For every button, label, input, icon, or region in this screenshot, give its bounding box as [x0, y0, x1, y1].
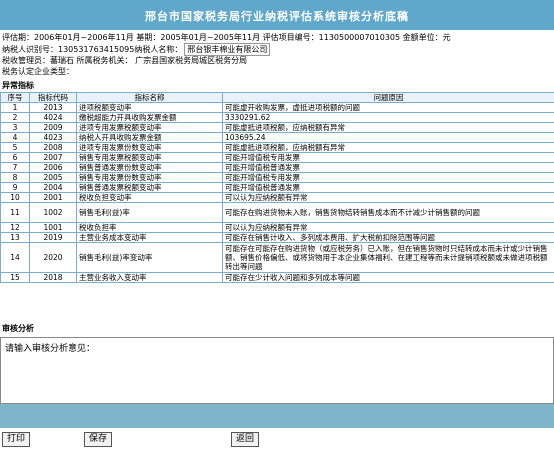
table-row: 4 4023 纳税人开具收购发票金额 103695.24	[0, 132, 554, 143]
table-row: 5 2008 进项专用发票份数变动率 可能虚抵进项税额，应纳税额有异常	[0, 142, 554, 153]
table-row: 6 2007 销售专用发票税额变动率 可能开增值税专用发票	[0, 152, 554, 163]
cell-indicator-name: 进项专用发票税额变动率	[76, 122, 223, 133]
save-button[interactable]: 保存	[84, 432, 112, 447]
cell-reason: 可能开增值税专用发票	[222, 172, 554, 183]
cell-reason: 可能存在销售计收入、多列成本费用、扩大税前扣除范围等问题	[222, 232, 554, 243]
table-row: 8 2005 销售专用发票份数变动率 可能开增值税专用发票	[0, 172, 554, 183]
cell-seq: 6	[0, 152, 30, 163]
cell-seq: 15	[0, 272, 30, 283]
taxpayer-id-label: 纳税人识别号：	[2, 45, 58, 54]
taxpayer-name-label: 纳税人名称：	[134, 45, 183, 54]
table-row: 15 2018 主营业务收入变动率 可能存在少计收入问题和多列成本等问题	[0, 272, 554, 283]
cell-code: 1002	[29, 202, 77, 223]
cell-indicator-name: 销售专用发票份数变动率	[76, 172, 223, 183]
taxpayer-id-value: 130531763415095	[58, 45, 135, 54]
cell-indicator-name: 进项税额变动率	[76, 102, 223, 113]
cell-reason: 可能开增值税普通发票	[222, 182, 554, 193]
analysis-input[interactable]: 请输入审核分析意见：	[0, 337, 554, 404]
table-row: 11 1002 销售毛利(益)率 可能存在购进货物未入账，销售货物结转销售成本而不计减…	[0, 202, 554, 223]
cell-reason: 可以认为应纳税额有异常	[222, 222, 554, 233]
cell-code: 2001	[29, 192, 77, 203]
cell-indicator-name: 销售专用发票税额变动率	[76, 152, 223, 163]
cell-code: 2007	[29, 152, 77, 163]
cell-indicator-name: 销售毛利(益)率变动率	[76, 242, 223, 273]
cell-seq: 4	[0, 132, 30, 143]
cell-code: 2013	[29, 102, 77, 113]
table-row: 1 2013 进项税额变动率 可能虚开收购发票，虚抵进项税额的问题	[0, 102, 554, 113]
cell-reason: 3330291.62	[222, 112, 554, 123]
cell-seq: 7	[0, 162, 30, 173]
back-button[interactable]: 返回	[231, 432, 259, 447]
cell-reason: 可以认为应纳税额有异常	[222, 192, 554, 203]
cell-code: 4024	[29, 112, 77, 123]
title-bar: 邢台市国家税务局行业纳税评估系统审核分析底稿	[0, 0, 554, 30]
cell-seq: 10	[0, 192, 30, 203]
table-row: 9 2004 销售普通发票税额变动率 可能开增值税普通发票	[0, 182, 554, 193]
cell-indicator-name: 主营业务成本变动率	[76, 232, 223, 243]
assessment-period-line: 评估期：2006年01月~2006年11月 基期：2005年01月~2005年1…	[2, 33, 451, 42]
footer-band	[0, 404, 554, 428]
cell-reason: 可能存在可能存在购进货物（或应税劳务）已入账，但在销售货物时只结转成本而未计或少…	[222, 242, 554, 273]
cell-code: 2018	[29, 272, 77, 283]
cell-indicator-name: 主营业务收入变动率	[76, 272, 223, 283]
cell-indicator-name: 进项专用发票份数变动率	[76, 142, 223, 153]
cell-code: 1001	[29, 222, 77, 233]
cell-indicator-name: 税收负担变动率	[76, 192, 223, 203]
col-header-seq: 序号	[0, 92, 30, 103]
cell-reason: 可能虚开收购发票，虚抵进项税额的问题	[222, 102, 554, 113]
table-row: 14 2020 销售毛利(益)率变动率 可能存在可能存在购进货物（或应税劳务）已入账，…	[0, 242, 554, 273]
cell-seq: 14	[0, 242, 30, 273]
tax-officer-line: 税收管理员：蕃瑞石 所属税务机关： 广宗县国家税务局城区税务分局	[2, 56, 248, 65]
table-row: 2 4024 缴税超能力开具收购发票金额 3330291.62	[0, 112, 554, 123]
cell-indicator-name: 销售毛利(益)率	[76, 202, 223, 223]
cell-code: 2009	[29, 122, 77, 133]
cell-seq: 11	[0, 202, 30, 223]
abnormal-indicator-table: 序号 指标代码 指标名称 问题原因 1 2013 进项税额变动率 可能虚开收购发票，虚…	[0, 92, 554, 283]
print-button[interactable]: 打印	[2, 432, 30, 447]
cell-seq: 9	[0, 182, 30, 193]
col-header-name: 指标名称	[76, 92, 223, 103]
cell-reason: 可能虚抵进项税额，应纳税额有异常	[222, 142, 554, 153]
taxpayer-line: 纳税人识别号：130531763415095 纳税人名称： 邢台银丰棉业有限公司	[2, 43, 271, 56]
cell-seq: 5	[0, 142, 30, 153]
cell-code: 2004	[29, 182, 77, 193]
cell-code: 2008	[29, 142, 77, 153]
table-row: 7 2006 销售普通发票份数变动率 可能开增值税普通发票	[0, 162, 554, 173]
cell-reason: 可能开增值税专用发票	[222, 152, 554, 163]
cell-seq: 8	[0, 172, 30, 183]
analysis-section-header: 审核分析	[2, 324, 34, 333]
table-row: 13 2019 主营业务成本变动率 可能存在销售计收入、多列成本费用、扩大税前扣除范围…	[0, 232, 554, 243]
page-title: 邢台市国家税务局行业纳税评估系统审核分析底稿	[145, 10, 409, 23]
col-header-reason: 问题原因	[222, 92, 554, 103]
enterprise-type-line: 税务认定企业类型：	[2, 67, 74, 76]
col-header-code: 指标代码	[29, 92, 77, 103]
cell-indicator-name: 销售普通发票份数变动率	[76, 162, 223, 173]
cell-code: 2005	[29, 172, 77, 183]
cell-seq: 3	[0, 122, 30, 133]
cell-reason: 可能虚抵进项税额，应纳税额有异常	[222, 122, 554, 133]
cell-seq: 1	[0, 102, 30, 113]
cell-seq: 12	[0, 222, 30, 233]
table-row: 3 2009 进项专用发票税额变动率 可能虚抵进项税额，应纳税额有异常	[0, 122, 554, 133]
table-row: 10 2001 税收负担变动率 可以认为应纳税额有异常	[0, 192, 554, 203]
cell-reason: 可能存在少计收入问题和多列成本等问题	[222, 272, 554, 283]
cell-code: 4023	[29, 132, 77, 143]
cell-seq: 13	[0, 232, 30, 243]
table-header-row: 序号 指标代码 指标名称 问题原因	[0, 92, 554, 103]
cell-code: 2020	[29, 242, 77, 273]
cell-reason: 103695.24	[222, 132, 554, 143]
cell-indicator-name: 纳税人开具收购发票金额	[76, 132, 223, 143]
cell-code: 2006	[29, 162, 77, 173]
cell-seq: 2	[0, 112, 30, 123]
cell-reason: 可能开增值税普通发票	[222, 162, 554, 173]
cell-indicator-name: 税收负担率	[76, 222, 223, 233]
cell-reason: 可能存在购进货物未入账，销售货物结转销售成本而不计减少计销售额的问题	[222, 202, 554, 223]
cell-code: 2019	[29, 232, 77, 243]
table-row: 12 1001 税收负担率 可以认为应纳税额有异常	[0, 222, 554, 233]
cell-indicator-name: 缴税超能力开具收购发票金额	[76, 112, 223, 123]
cell-indicator-name: 销售普通发票税额变动率	[76, 182, 223, 193]
abnormal-section-header: 异常指标	[2, 81, 34, 90]
